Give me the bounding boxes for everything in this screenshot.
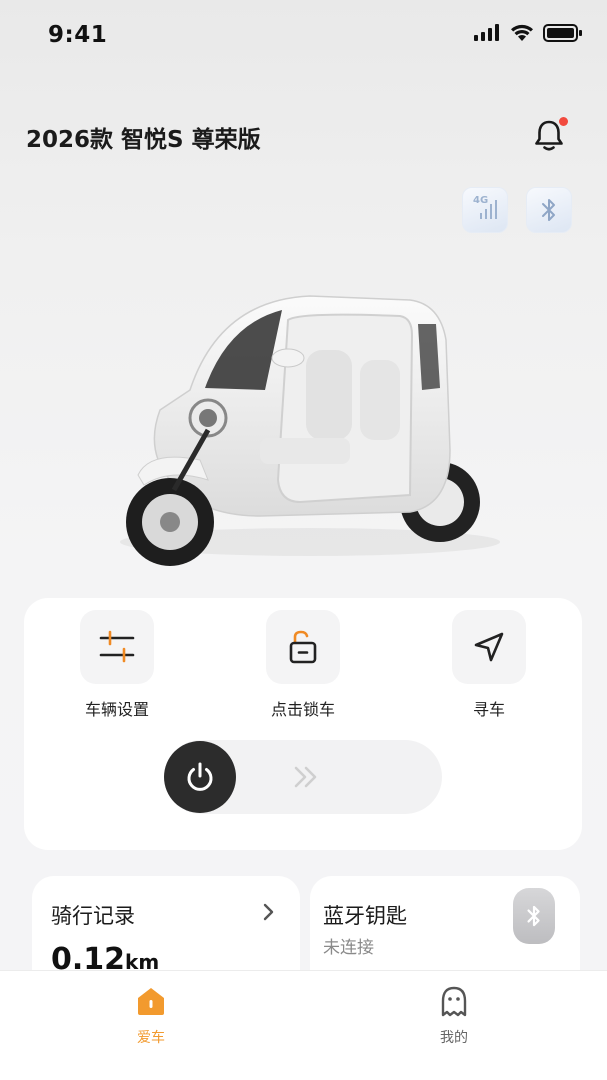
vehicle-image <box>120 295 500 566</box>
wifi-icon <box>511 24 533 41</box>
bluetooth-status-button[interactable] <box>526 187 572 233</box>
ride-record-title: 骑行记录 <box>51 904 135 928</box>
tab-profile[interactable]: 我的 <box>394 985 514 1047</box>
chevron-right-icon <box>263 903 274 921</box>
status-time: 9:41 <box>48 22 108 48</box>
vehicle-control-card: 车辆设置 点击锁车 寻车 <box>24 598 582 850</box>
find-car-label: 寻车 <box>472 700 505 719</box>
settings-sliders-icon <box>80 610 154 684</box>
unlocked-padlock-icon <box>266 610 340 684</box>
network-status-button[interactable]: 4G <box>462 187 508 233</box>
tab-my-car[interactable]: 爱车 <box>91 985 211 1047</box>
bottom-tab-bar: 爱车 我的 <box>0 970 607 1080</box>
battery-icon <box>543 24 582 42</box>
navigation-arrow-icon <box>452 610 526 684</box>
tab-profile-label: 我的 <box>440 1030 468 1046</box>
tab-my-car-label: 爱车 <box>137 1030 165 1046</box>
find-car-button[interactable]: 寻车 <box>429 610 549 720</box>
power-icon <box>187 762 213 791</box>
lock-vehicle-label: 点击锁车 <box>270 700 335 719</box>
power-slider-knob[interactable] <box>164 741 236 813</box>
network-label: 4G <box>473 195 489 206</box>
bluetooth-key-title: 蓝牙钥匙 <box>323 904 407 928</box>
power-slider[interactable] <box>164 740 442 814</box>
home-icon <box>138 988 164 1015</box>
double-chevron-right-icon <box>294 766 317 788</box>
bluetooth-icon <box>542 199 555 221</box>
profile-icon <box>441 986 467 1017</box>
vehicle-settings-button[interactable]: 车辆设置 <box>57 610 177 720</box>
lock-vehicle-button[interactable]: 点击锁车 <box>243 610 363 720</box>
notification-badge <box>559 117 568 126</box>
status-bar: 9:41 <box>0 0 607 72</box>
status-icons <box>473 24 583 42</box>
vehicle-model-title: 2026款 智悦S 尊荣版 <box>26 127 261 153</box>
cellular-signal-icon <box>474 24 499 41</box>
bluetooth-key-fob-icon <box>513 888 555 944</box>
vehicle-settings-label: 车辆设置 <box>84 700 149 719</box>
bluetooth-key-status: 未连接 <box>323 938 374 958</box>
